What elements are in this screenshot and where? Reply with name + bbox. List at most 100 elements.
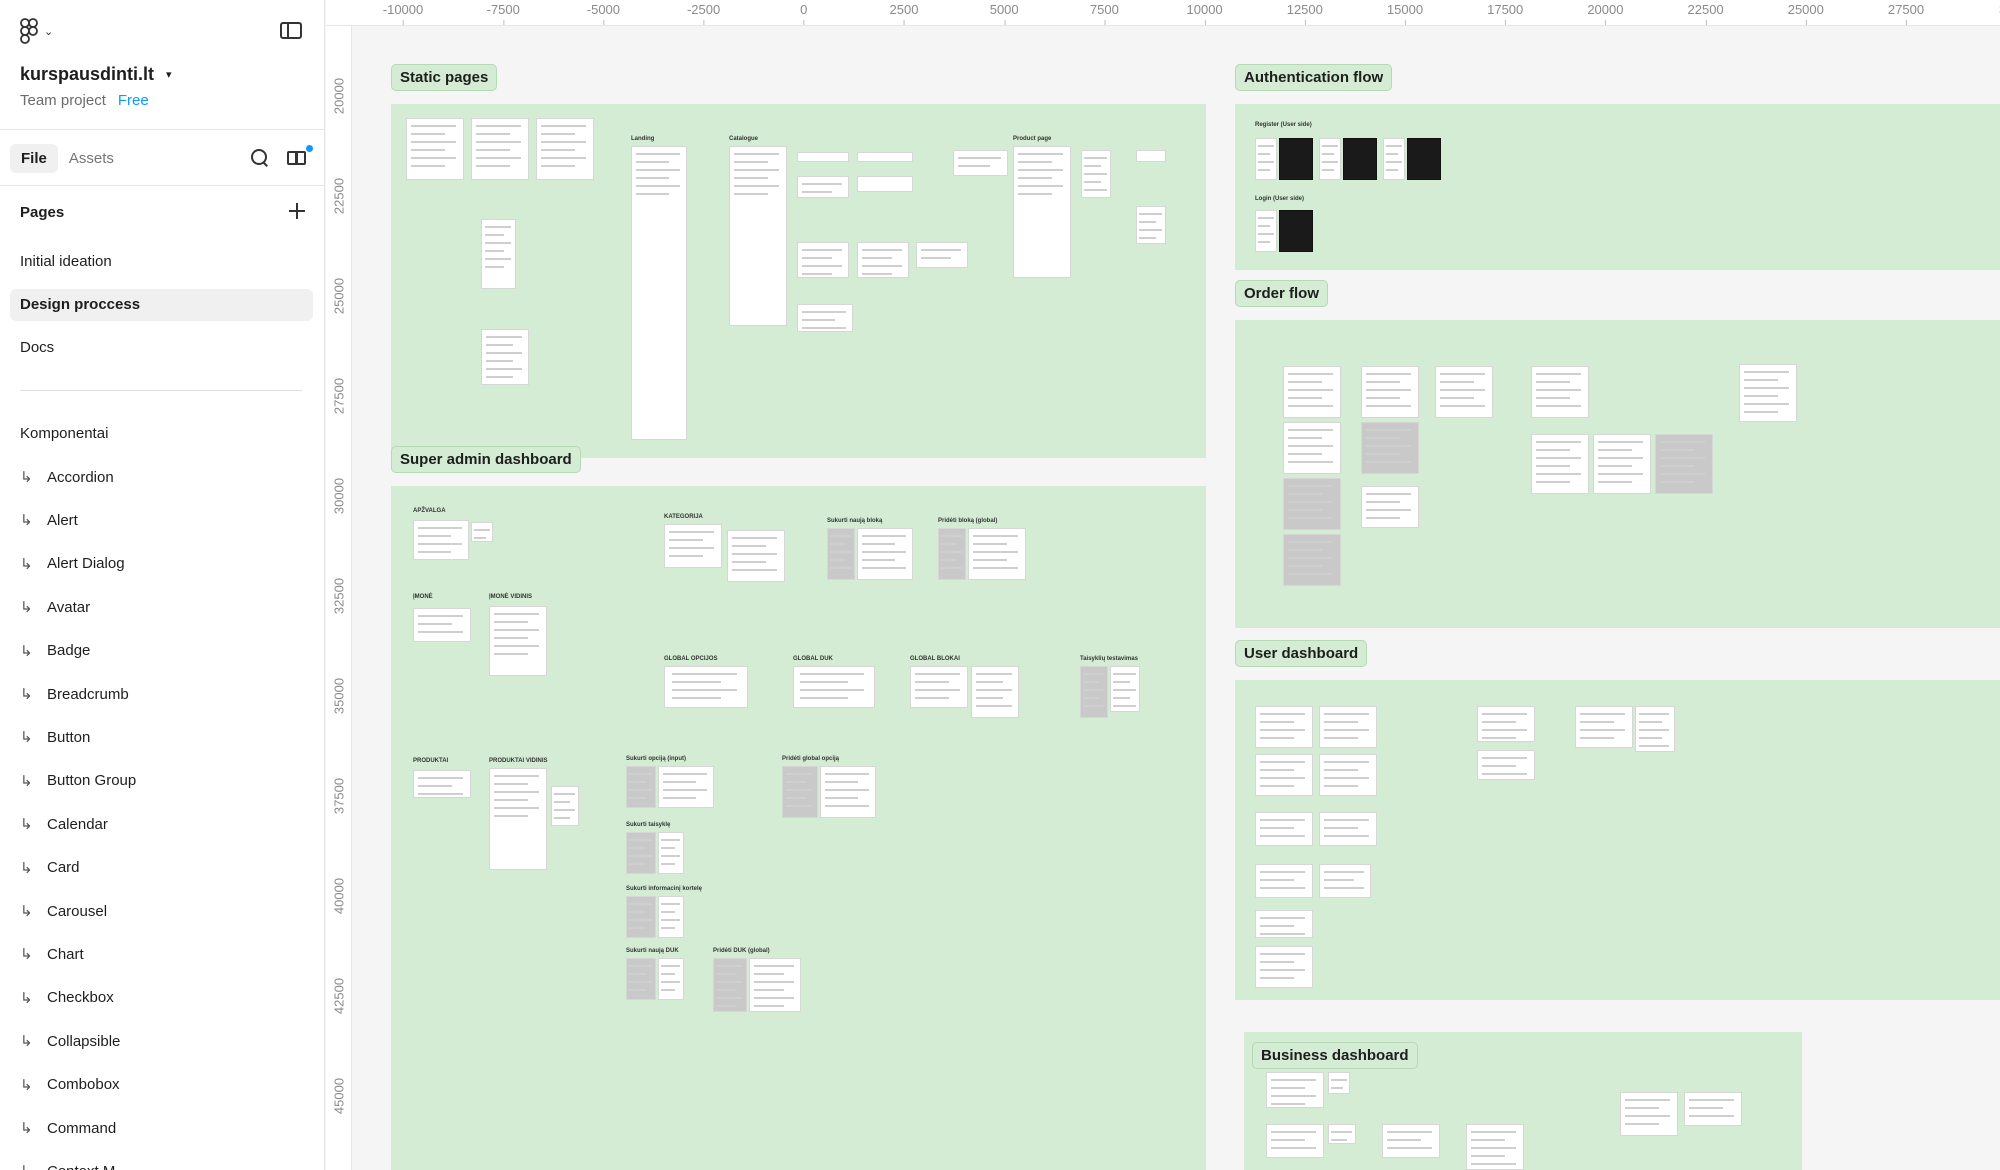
- frame-thumbnail[interactable]: [857, 528, 913, 580]
- frame-thumbnail[interactable]: [910, 666, 968, 708]
- layer-item-checkbox[interactable]: ↳ Checkbox: [20, 989, 114, 1007]
- frame-thumbnail[interactable]: [857, 242, 909, 278]
- frame-thumbnail[interactable]: [1255, 754, 1313, 796]
- frame-thumbnail[interactable]: [1319, 812, 1377, 846]
- layer-item-avatar[interactable]: ↳ Avatar: [20, 598, 90, 617]
- frame-thumbnail[interactable]: [727, 530, 785, 582]
- frame-thumbnail[interactable]: [1343, 138, 1377, 180]
- frame-thumbnail[interactable]: [1635, 706, 1675, 752]
- layer-item-button[interactable]: ↳ Button: [20, 728, 90, 747]
- layer-item-calendar[interactable]: ↳ Calendar: [20, 815, 108, 834]
- frame-thumbnail[interactable]: [658, 958, 684, 1000]
- frame-thumbnail[interactable]: [658, 832, 684, 874]
- frame-thumbnail[interactable]: [820, 766, 876, 818]
- frame-thumbnail[interactable]: [413, 608, 471, 642]
- frame-thumbnail[interactable]: [797, 242, 849, 278]
- frame-thumbnail[interactable]: [658, 896, 684, 938]
- frame-thumbnail[interactable]: [1283, 478, 1341, 530]
- section-label-super-admin-dashboard[interactable]: Super admin dashboard: [391, 446, 581, 473]
- frame-thumbnail[interactable]: [1531, 366, 1589, 418]
- section-order-flow[interactable]: [1235, 320, 2000, 628]
- frame-thumbnail[interactable]: [626, 958, 656, 1000]
- frame-thumbnail[interactable]: [782, 766, 818, 818]
- frame-thumbnail[interactable]: [793, 666, 875, 708]
- frame-thumbnail[interactable]: [797, 152, 849, 162]
- page-item-docs[interactable]: Docs: [10, 332, 313, 364]
- frame-thumbnail[interactable]: [551, 786, 579, 826]
- section-label-business-dashboard[interactable]: Business dashboard: [1252, 1042, 1418, 1069]
- layer-group-komponentai[interactable]: Komponentai: [20, 425, 108, 442]
- frame-thumbnail[interactable]: [1279, 138, 1313, 180]
- section-static-pages[interactable]: Landing Catalogue Product page: [391, 104, 1206, 458]
- section-super-admin-dashboard[interactable]: APŽVALGA KATEGORIJA Sukurti naują bloką …: [391, 486, 1206, 1170]
- frame-thumbnail[interactable]: [1684, 1092, 1742, 1126]
- toggle-sidebar-icon[interactable]: [280, 22, 302, 39]
- frame-thumbnail[interactable]: [664, 524, 722, 568]
- main-menu-button[interactable]: ⌄: [20, 18, 53, 44]
- library-icon[interactable]: [287, 145, 313, 167]
- layer-item-chart[interactable]: ↳ Chart: [20, 945, 84, 964]
- frame-thumbnail[interactable]: [1255, 946, 1313, 988]
- frame-thumbnail[interactable]: [749, 958, 801, 1012]
- frame-thumbnail[interactable]: [471, 118, 529, 180]
- layer-item-accordion[interactable]: ↳ Accordion: [20, 468, 114, 487]
- frame-thumbnail[interactable]: [1361, 422, 1419, 474]
- section-label-static-pages[interactable]: Static pages: [391, 64, 498, 91]
- frame-thumbnail[interactable]: [1575, 706, 1633, 748]
- frame-thumbnail[interactable]: [1136, 206, 1166, 244]
- frame-thumbnail[interactable]: [1255, 210, 1277, 252]
- frame-thumbnail[interactable]: [1255, 812, 1313, 846]
- layer-item-alert[interactable]: ↳ Alert: [20, 511, 78, 530]
- layer-item-command[interactable]: ↳ Command: [20, 1119, 116, 1138]
- frame-thumbnail[interactable]: [1435, 366, 1493, 418]
- frame-thumbnail[interactable]: [1266, 1124, 1324, 1158]
- search-icon[interactable]: [251, 149, 269, 167]
- section-user-dashboard[interactable]: [1235, 680, 2000, 1000]
- frame-thumbnail[interactable]: [1081, 150, 1111, 198]
- frame-thumbnail[interactable]: [1361, 366, 1419, 418]
- frame-thumbnail[interactable]: [827, 528, 855, 580]
- frame-thumbnail[interactable]: [1383, 138, 1405, 180]
- frame-thumbnail[interactable]: [1328, 1072, 1350, 1094]
- page-item-initial-ideation[interactable]: Initial ideation: [10, 246, 313, 278]
- frame-thumbnail[interactable]: [1739, 364, 1797, 422]
- frame-thumbnail[interactable]: [481, 329, 529, 385]
- frame-catalogue[interactable]: [729, 146, 787, 326]
- frame-thumbnail[interactable]: [713, 958, 747, 1012]
- frame-thumbnail[interactable]: [658, 766, 714, 808]
- frame-thumbnail[interactable]: [797, 304, 853, 332]
- frame-thumbnail[interactable]: [413, 770, 471, 798]
- frame-thumbnail[interactable]: [857, 176, 913, 192]
- frame-thumbnail[interactable]: [1255, 706, 1313, 748]
- frame-thumbnail[interactable]: [406, 118, 464, 180]
- section-label-authentication-flow[interactable]: Authentication flow: [1235, 64, 1393, 91]
- frame-thumbnail[interactable]: [1328, 1124, 1356, 1144]
- frame-thumbnail[interactable]: [489, 768, 547, 870]
- page-item-design-proccess[interactable]: Design proccess: [10, 289, 313, 321]
- layer-item-button-group[interactable]: ↳ Button Group: [20, 772, 136, 790]
- frame-thumbnail[interactable]: [938, 528, 966, 580]
- layer-item-badge[interactable]: ↳ Badge: [20, 642, 90, 660]
- frame-thumbnail[interactable]: [1279, 210, 1313, 252]
- frame-thumbnail[interactable]: [1319, 706, 1377, 748]
- frame-thumbnail[interactable]: [1593, 434, 1651, 494]
- design-canvas[interactable]: Landing Catalogue Product page Static pa…: [353, 27, 2000, 1170]
- layer-item-card[interactable]: ↳ Card: [20, 859, 80, 877]
- frame-thumbnail[interactable]: [1110, 666, 1140, 712]
- frame-thumbnail[interactable]: [1283, 366, 1341, 418]
- frame-thumbnail[interactable]: [1283, 534, 1341, 586]
- section-authentication-flow[interactable]: Register (User side) Login (User side): [1235, 104, 2000, 270]
- plan-badge[interactable]: Free: [118, 92, 149, 109]
- frame-thumbnail[interactable]: [471, 522, 493, 542]
- add-page-icon[interactable]: [289, 203, 305, 219]
- tab-file[interactable]: File: [10, 143, 58, 173]
- frame-thumbnail[interactable]: [953, 150, 1008, 176]
- layer-item-collapsible[interactable]: ↳ Collapsible: [20, 1032, 120, 1051]
- frame-thumbnail[interactable]: [626, 832, 656, 874]
- frame-thumbnail[interactable]: [1136, 150, 1166, 162]
- layer-item-context-m[interactable]: ↳ Context M: [20, 1162, 115, 1170]
- frame-thumbnail[interactable]: [1080, 666, 1108, 718]
- frame-product-page[interactable]: [1013, 146, 1071, 278]
- frame-thumbnail[interactable]: [916, 242, 968, 268]
- section-label-user-dashboard[interactable]: User dashboard: [1235, 640, 1368, 667]
